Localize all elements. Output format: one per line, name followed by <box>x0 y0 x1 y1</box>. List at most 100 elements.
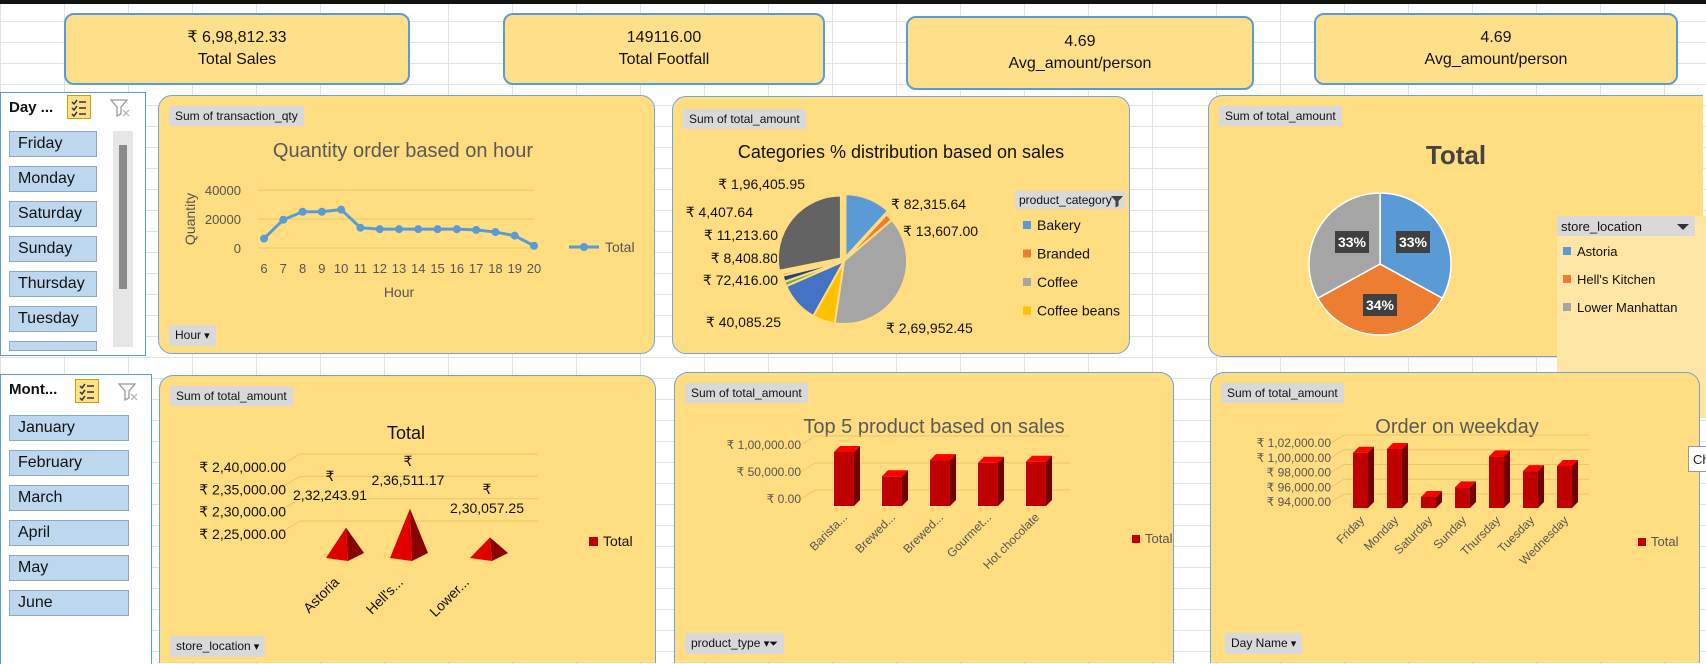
slicer-item-may[interactable]: May <box>9 555 129 581</box>
legend-label: Bakery <box>1037 217 1081 233</box>
slicer-item-friday[interactable]: Friday <box>9 131 97 157</box>
bar-side <box>1402 443 1408 508</box>
day-slicer[interactable]: Day ... Friday Monday Saturday Sunday Th… <box>0 92 146 356</box>
x-tick-label: Brewed... <box>900 510 946 556</box>
y-tick-label: ₹ 96,000.00 <box>1267 480 1332 494</box>
multi-select-icon[interactable] <box>75 379 99 403</box>
pie-slice <box>776 194 842 272</box>
bar-front <box>1421 496 1436 508</box>
gridline-depth <box>1330 434 1345 444</box>
x-tick-label: 16 <box>450 261 464 276</box>
top5-products-panel[interactable]: Sum of total_amount product_type ▾⏷ Top … <box>674 372 1174 663</box>
legend-swatch <box>1638 538 1646 546</box>
kpi-avg-amount-2[interactable]: 4.69 Avg_amount/person <box>1314 13 1678 85</box>
chart-title: Categories % distribution based on sales <box>738 142 1064 162</box>
clear-filter-icon[interactable] <box>109 97 131 119</box>
x-tick-label: Hell's... <box>363 574 406 617</box>
legend-marker <box>580 243 588 251</box>
legend-label: Total <box>1651 534 1679 549</box>
store-pyramid-chart: Total ₹ 2,40,000.00 ₹ 2,35,000.00 ₹ 2,30,00… <box>199 423 632 620</box>
legend-label: Astoria <box>1577 244 1618 259</box>
data-label-value: 2,32,243.91 <box>293 487 367 503</box>
x-tick-label: 20 <box>527 261 541 276</box>
x-tick-label: Brewed... <box>852 510 898 556</box>
legend-swatch <box>1023 249 1031 258</box>
bar-front <box>834 452 854 506</box>
slicer-item-saturday[interactable]: Saturday <box>9 201 97 227</box>
store-pie-panel[interactable]: Sum of total_amount Total 33% 34% 33% store_… <box>1208 95 1706 418</box>
slicer-item-april[interactable]: April <box>9 520 129 546</box>
data-label: ₹ 2,69,952.45 <box>886 320 973 336</box>
data-point <box>414 225 423 234</box>
slicer-item-june[interactable]: June <box>9 590 129 616</box>
bar-front <box>1387 449 1402 508</box>
y-tick-label: ₹ 2,35,000.00 <box>199 481 286 497</box>
weekday-chart-panel[interactable]: Sum of total_amount Day Name Order on we… <box>1210 372 1700 663</box>
scrollbar-thumb[interactable] <box>119 145 127 289</box>
store-pie-chart: Total 33% 34% 33% store_location Astoria Hell'… <box>1308 140 1706 418</box>
kpi-label: Total Footfall <box>618 51 710 68</box>
y-tick-label: 40000 <box>205 183 241 198</box>
data-label: ₹ 8,408.80 <box>711 250 779 266</box>
chart-title: Top 5 product based on sales <box>803 416 1064 438</box>
x-tick-label: Saturday <box>1391 513 1435 557</box>
kpi-total-footfall[interactable]: 149116.00 Total Footfall <box>503 13 825 85</box>
data-point <box>317 207 326 216</box>
slicer-header: Day ... <box>9 99 54 116</box>
kpi-label: Avg_amount/person <box>1424 51 1568 68</box>
y-tick-label: ₹ 98,000.00 <box>1267 466 1332 480</box>
kpi-avg-amount-1[interactable]: 4.69 Avg_amount/person <box>906 16 1254 90</box>
side-tab[interactable]: Ch <box>1688 446 1706 472</box>
data-point <box>260 234 268 243</box>
store-bar-panel[interactable]: Sum of total_amount store_location Total… <box>159 375 656 663</box>
slicer-scrollbar[interactable] <box>113 131 133 347</box>
slicer-item-february[interactable]: February <box>9 450 129 476</box>
category-pie-chart: Categories % distribution based on sales… <box>686 142 1125 336</box>
bar-side <box>1368 446 1374 508</box>
y-tick-label: ₹ 94,000.00 <box>1267 495 1332 509</box>
bar-front <box>1353 452 1368 508</box>
slicer-item-march[interactable]: March <box>9 485 129 511</box>
gridline-depth <box>800 462 816 473</box>
data-label-symbol: ₹ <box>483 481 492 497</box>
category-chart-panel[interactable]: Sum of total_amount Categories % distrib… <box>672 96 1130 354</box>
pyramid-side <box>346 527 364 561</box>
y-tick-label: ₹ 1,00,000.00 <box>1257 451 1332 465</box>
data-point <box>472 225 481 234</box>
slicer-item-partial[interactable] <box>9 341 97 351</box>
x-tick-label: 19 <box>507 261 521 276</box>
data-label: 33% <box>1399 234 1428 250</box>
pyramid-face <box>390 508 412 561</box>
legend-title: store_location <box>1561 219 1642 234</box>
data-label: ₹ 11,213.60 <box>704 227 778 243</box>
data-label: ₹ 4,407.64 <box>686 204 754 220</box>
bar-side <box>998 456 1004 506</box>
gridline-depth <box>1330 464 1345 473</box>
slicer-item-thursday[interactable]: Thursday <box>9 271 97 297</box>
y-tick-label: ₹ 2,30,000.00 <box>199 504 286 520</box>
multi-select-icon[interactable] <box>67 95 91 119</box>
month-slicer[interactable]: Mont... January February March April May… <box>0 374 152 664</box>
slicer-item-january[interactable]: January <box>9 415 129 441</box>
slicer-item-monday[interactable]: Monday <box>9 166 97 192</box>
clear-filter-icon[interactable] <box>117 381 139 403</box>
chart-title: Total <box>387 423 425 443</box>
bar-front <box>1489 456 1504 508</box>
gridline-depth <box>1330 478 1345 488</box>
data-point <box>433 225 442 234</box>
bar-side <box>1572 459 1578 508</box>
y-tick-label: ₹ 50,000.00 <box>737 465 802 479</box>
y-axis-title: Quantity <box>182 193 198 245</box>
kpi-value: ₹ 6,98,812.33 <box>187 29 287 46</box>
data-point <box>491 228 500 237</box>
qty-chart-panel[interactable]: Sum of transaction_qty Hour Quantity ord… <box>158 95 655 354</box>
x-tick-label: 17 <box>469 261 483 276</box>
kpi-total-sales[interactable]: ₹ 6,98,812.33 Total Sales <box>64 13 410 85</box>
data-label-symbol: ₹ <box>404 453 413 469</box>
legend-swatch <box>1023 278 1031 286</box>
slicer-item-sunday[interactable]: Sunday <box>9 236 97 262</box>
y-tick-label: ₹ 2,40,000.00 <box>199 459 286 475</box>
x-tick-label: 11 <box>354 261 368 276</box>
kpi-value: 4.69 <box>1480 29 1512 46</box>
slicer-item-tuesday[interactable]: Tuesday <box>9 306 97 332</box>
